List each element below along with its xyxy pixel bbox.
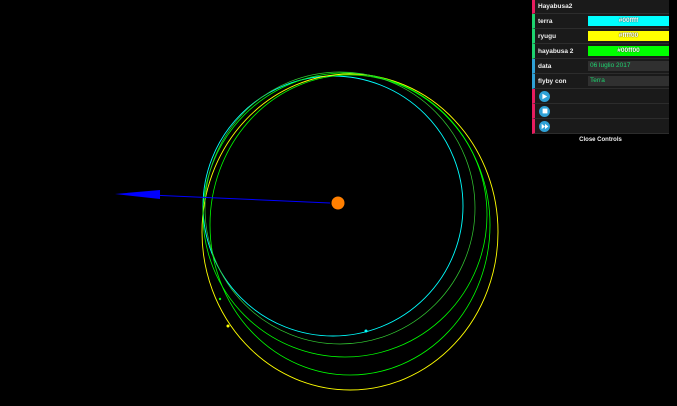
hayabusa-marker [218,297,222,301]
fast-forward-row[interactable] [532,119,669,134]
play-row[interactable] [532,89,669,104]
controls-panel: Hayabusa2 terra #00ffff ryugu #ffff00 ha… [532,0,669,146]
play-button[interactable] [539,90,550,102]
color-control-hayabusa[interactable]: hayabusa 2 #00ff00 [532,44,669,59]
flyby-label: flyby con [538,77,567,85]
date-field[interactable]: 06 luglio 2017 [588,61,669,71]
folder-title[interactable]: Hayabusa2 [532,0,669,14]
hayabusa-label: hayabusa 2 [538,47,574,55]
ryugu-orbit [201,73,499,391]
color-control-ryugu[interactable]: ryugu #ffff00 [532,29,669,44]
color-control-terra[interactable]: terra #00ffff [532,14,669,29]
terra-label: terra [538,17,553,25]
stop-row[interactable] [532,104,669,119]
terra-color-swatch[interactable]: #00ffff [588,16,669,26]
play-icon [542,93,548,99]
hayabusa-orbit-2 [209,74,491,376]
sun [331,196,345,210]
earth-marker [364,329,368,333]
fast-forward-button[interactable] [539,120,550,132]
flyby-control[interactable]: flyby con Terra [532,74,669,89]
hayabusa-orbit-1 [202,72,488,358]
ryugu-marker [226,324,230,328]
fast-forward-icon [541,123,548,129]
ryugu-color-swatch[interactable]: #ffff00 [588,31,669,41]
close-controls-button[interactable]: Close Controls [532,134,669,146]
folder-title-label: Hayabusa2 [538,3,573,10]
stop-icon [542,108,547,114]
stop-button[interactable] [539,105,550,117]
hayabusa-color-swatch[interactable]: #00ff00 [588,46,669,56]
ryugu-label: ryugu [538,32,557,40]
flyby-field[interactable]: Terra [588,76,669,86]
direction-arrow-head [115,190,160,199]
date-label: data [538,62,552,70]
date-control[interactable]: data 06 luglio 2017 [532,59,669,74]
direction-arrow-shaft [149,194,331,204]
